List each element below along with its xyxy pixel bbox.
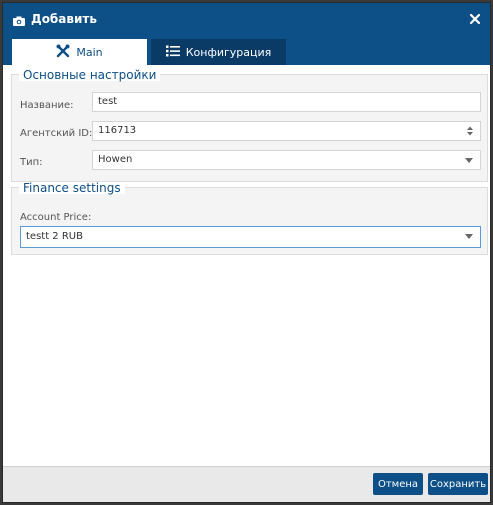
agent-id-value: 116713 [98,125,137,136]
main-settings-group: Основные настройки Название: test Агентс… [11,69,488,182]
type-value: Howen [98,154,133,165]
type-label: Тип: [20,157,43,168]
account-price-label: Account Price: [20,212,92,223]
close-icon[interactable] [468,11,482,25]
list-icon [165,45,186,60]
account-price-value: testt 2 RUB [26,231,83,242]
dialog-footer: Отмена Сохранить [3,466,490,502]
main-settings-legend: Основные настройки [19,69,161,81]
finance-settings-group: Finance settings Account Price: testt 2 … [11,182,488,255]
tab-main[interactable]: Main [12,39,147,65]
dialog-title: Добавить [31,12,97,26]
agent-id-input[interactable]: 116713 [92,121,481,141]
finance-settings-legend: Finance settings [19,182,125,194]
dialog-content: Основные настройки Название: test Агентс… [3,65,490,467]
name-label: Название: [20,100,74,111]
cancel-button[interactable]: Отмена [373,473,423,495]
tab-configuration-label: Конфигурация [185,45,272,59]
agent-id-label: Агентский ID: [20,128,93,139]
chevron-down-icon [465,234,473,239]
dialog-titlebar: Добавить Main Конфигурация [3,3,490,65]
account-price-select[interactable]: testt 2 RUB [20,226,481,248]
save-button[interactable]: Сохранить [428,473,488,495]
chevron-down-icon [465,158,473,163]
add-dialog: Добавить Main Конфигурация Основные наст… [2,2,491,503]
type-select[interactable]: Howen [92,150,481,170]
spinner-arrows-icon[interactable] [466,125,474,137]
tools-icon [56,44,76,61]
name-input[interactable]: test [92,92,481,112]
camera-icon [12,13,26,27]
tab-configuration[interactable]: Конфигурация [151,39,286,65]
tab-main-label: Main [76,45,103,59]
